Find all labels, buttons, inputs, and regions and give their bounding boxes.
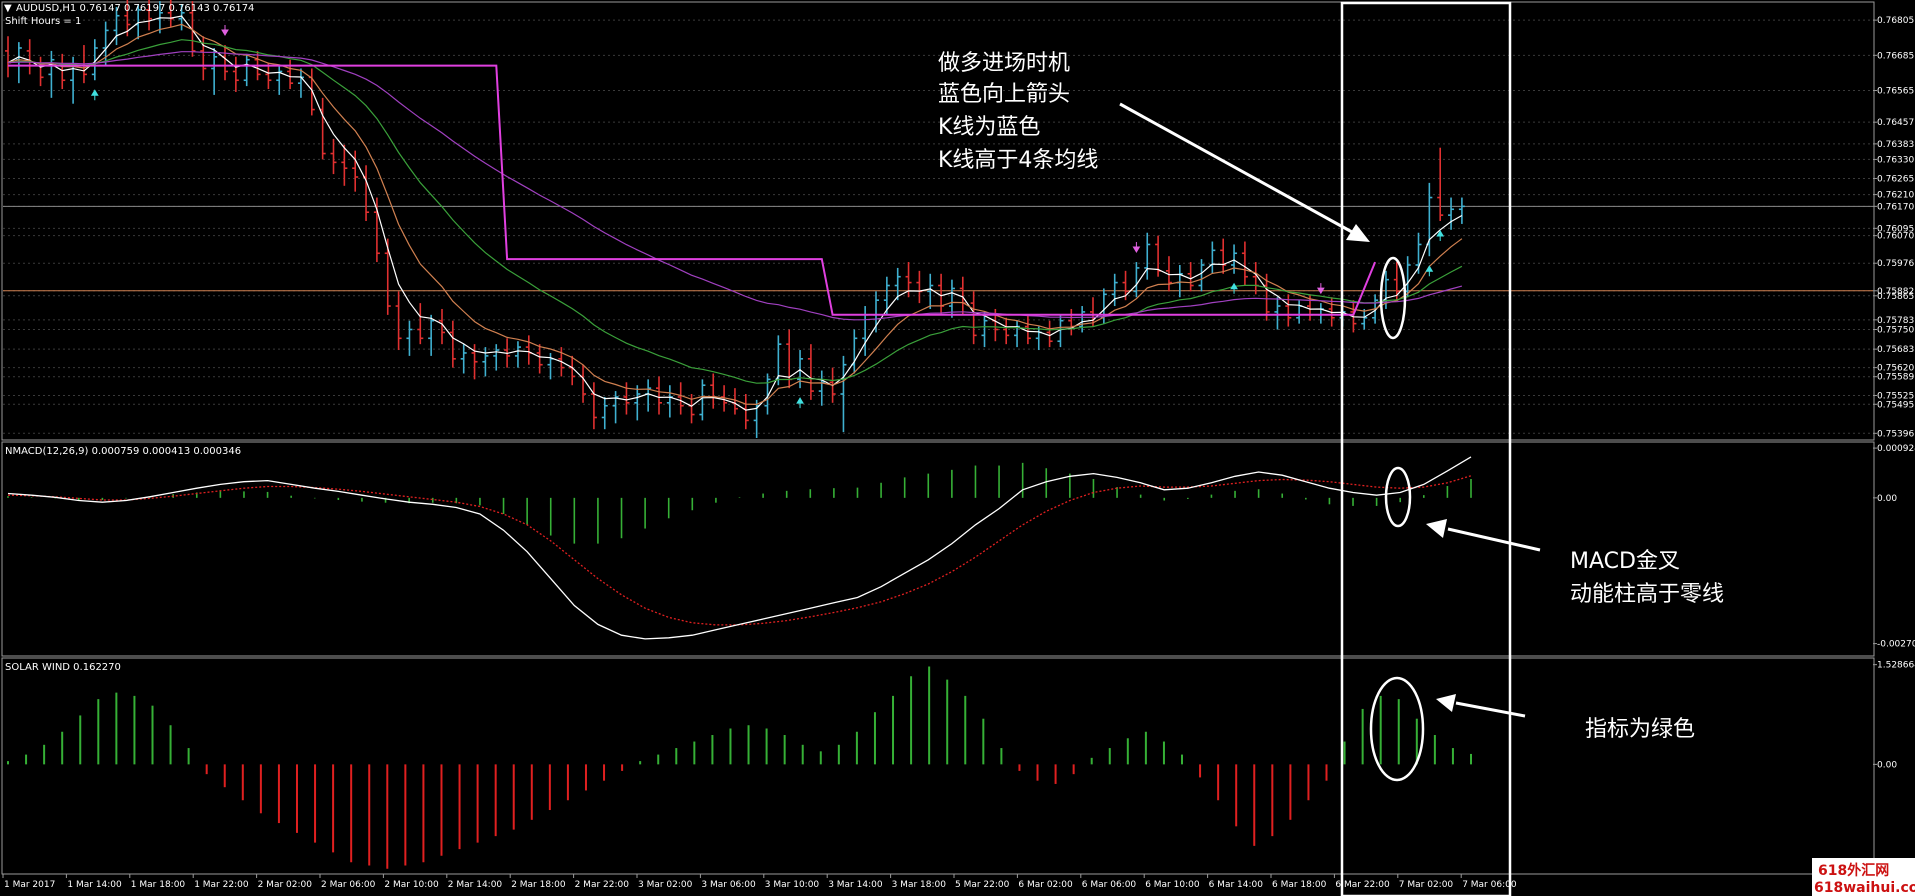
time-axis-label: 5 Mar 22:00 xyxy=(955,880,1010,890)
green-ma-line xyxy=(7,39,1463,384)
buy-arrow-icon xyxy=(796,397,804,409)
time-axis-label: 2 Mar 02:00 xyxy=(258,880,313,890)
time-axis-label: 1 Mar 14:00 xyxy=(67,880,122,890)
site-watermark: 618外汇网 618waihui.com xyxy=(1812,858,1915,896)
price-axis-label: 0.76070 xyxy=(1877,232,1914,242)
solar-axis-label: 0.00 xyxy=(1877,760,1897,770)
buy-arrow-icon xyxy=(90,89,99,101)
time-axis-label: 2 Mar 18:00 xyxy=(511,880,566,890)
time-axis-label: 7 Mar 06:00 xyxy=(1462,880,1517,890)
time-axis-label: 3 Mar 18:00 xyxy=(892,880,947,890)
entry-note-line-4: K线高于4条均线 xyxy=(938,148,1098,173)
price-axis-label: 0.76685 xyxy=(1877,51,1914,61)
step-channel-line xyxy=(8,64,1377,316)
buy-arrow-icon xyxy=(1230,282,1238,294)
macd-axis-label: 0.00 xyxy=(1877,494,1897,504)
time-axis-label: 3 Mar 10:00 xyxy=(765,880,820,890)
price-axis-label: 0.76330 xyxy=(1877,155,1914,165)
time-axis-label: 6 Mar 06:00 xyxy=(1082,880,1137,890)
white-ma-line xyxy=(7,15,1463,411)
macd-note-line-1: MACD金叉 xyxy=(1570,549,1680,574)
macd-pointer-arrow xyxy=(1426,519,1541,552)
price-axis-label: 0.75750 xyxy=(1877,326,1914,336)
entry-note-line-1: 做多进场时机 xyxy=(938,51,1070,76)
purple-ma-line xyxy=(7,51,1463,321)
time-axis-label: 1 Mar 22:00 xyxy=(194,880,249,890)
solar-axis-label: 1.528664 xyxy=(1877,661,1915,671)
price-axis-label: 0.76265 xyxy=(1877,174,1914,184)
price-axis-label: 0.76383 xyxy=(1877,140,1914,150)
orange-ma-line xyxy=(7,23,1463,406)
signal-highlight-box xyxy=(1340,1,1512,896)
time-axis-label: 7 Mar 02:00 xyxy=(1399,880,1454,890)
buy-arrow-icon xyxy=(1425,265,1434,277)
entry-note-line-2: 蓝色向上箭头 xyxy=(938,82,1070,107)
price-axis-label: 0.75589 xyxy=(1877,373,1914,383)
time-axis-label: 2 Mar 06:00 xyxy=(321,880,376,890)
time-axis-label: 6 Mar 10:00 xyxy=(1145,880,1200,890)
time-axis-label: 6 Mar 22:00 xyxy=(1335,880,1390,890)
time-axis-label: 2 Mar 14:00 xyxy=(448,880,503,890)
window-menu-icon[interactable]: ▼ xyxy=(4,3,12,14)
macd-signal-line xyxy=(7,475,1472,626)
macd-note-line-2: 动能柱高于零线 xyxy=(1570,582,1724,607)
macd-cross-ellipse xyxy=(1384,466,1412,528)
price-axis-label: 0.75396 xyxy=(1877,429,1914,439)
sell-arrow-icon xyxy=(221,25,229,37)
macd-pane: 0.000924 0.00 -0.002707 xyxy=(7,444,1915,650)
solar-wind-header: SOLAR WIND 0.162270 xyxy=(5,662,121,673)
sell-arrow-icon xyxy=(1316,283,1325,295)
solar-pane-frame xyxy=(1,657,1875,875)
solar-green-ellipse xyxy=(1369,676,1425,782)
time-axis-label: 1 Mar 2017 xyxy=(4,880,55,890)
solar-pointer-arrow xyxy=(1436,694,1526,718)
price-axis-label: 0.75683 xyxy=(1877,345,1914,355)
price-axis-label: 0.76210 xyxy=(1877,191,1914,201)
price-axis-label: 0.76805 xyxy=(1877,16,1914,26)
watermark-line-2: 618waihui.com xyxy=(1814,880,1915,896)
price-axis-label: 0.75783 xyxy=(1877,316,1914,326)
entry-pointer-arrow xyxy=(1119,102,1370,242)
time-axis-label: 2 Mar 22:00 xyxy=(575,880,630,890)
watermark-line-1: 618外汇网 xyxy=(1818,862,1889,879)
shift-hours-label: Shift Hours = 1 xyxy=(5,16,81,27)
price-axis-label: 0.76457 xyxy=(1877,118,1914,128)
time-axis-label: 3 Mar 14:00 xyxy=(828,880,883,890)
chart-window: 0.76805 0.76685 0.76565 0.76457 0.76383 0.763… xyxy=(1,0,1915,896)
macd-axis-label: 0.000924 xyxy=(1877,444,1915,454)
time-axis-label: 3 Mar 02:00 xyxy=(638,880,693,890)
price-axis-label: 0.76170 xyxy=(1877,202,1914,212)
time-axis-label: 6 Mar 14:00 xyxy=(1209,880,1264,890)
macd-axis-label: -0.002707 xyxy=(1877,640,1915,650)
price-axis-label: 0.76565 xyxy=(1877,87,1914,97)
time-axis-label: 1 Mar 18:00 xyxy=(131,880,186,890)
sell-arrow-icon xyxy=(1132,242,1141,254)
price-axis-label: 0.75495 xyxy=(1877,400,1914,410)
price-axis-label: 0.75976 xyxy=(1877,259,1914,269)
macd-header: NMACD(12,26,9) 0.000759 0.000413 0.00034… xyxy=(5,446,241,457)
time-axis-label: 3 Mar 06:00 xyxy=(701,880,756,890)
time-axis-label: 6 Mar 02:00 xyxy=(1018,880,1073,890)
time-axis-label: 6 Mar 18:00 xyxy=(1272,880,1327,890)
entry-note-line-3: K线为蓝色 xyxy=(938,115,1040,140)
time-axis: 1 Mar 2017 1 Mar 14:00 1 Mar 18:00 1 Mar 22… xyxy=(2,874,1517,890)
solar-note: 指标为绿色 xyxy=(1585,717,1695,742)
price-axis-label: 0.75865 xyxy=(1877,292,1914,302)
time-axis-label: 2 Mar 10:00 xyxy=(384,880,439,890)
symbol-header: AUDUSD,H1 0.76147 0.76197 0.76143 0.7617… xyxy=(16,3,254,14)
solar-wind-pane: 1.528664 0.00 xyxy=(7,661,1915,869)
macd-main-line xyxy=(7,456,1472,640)
